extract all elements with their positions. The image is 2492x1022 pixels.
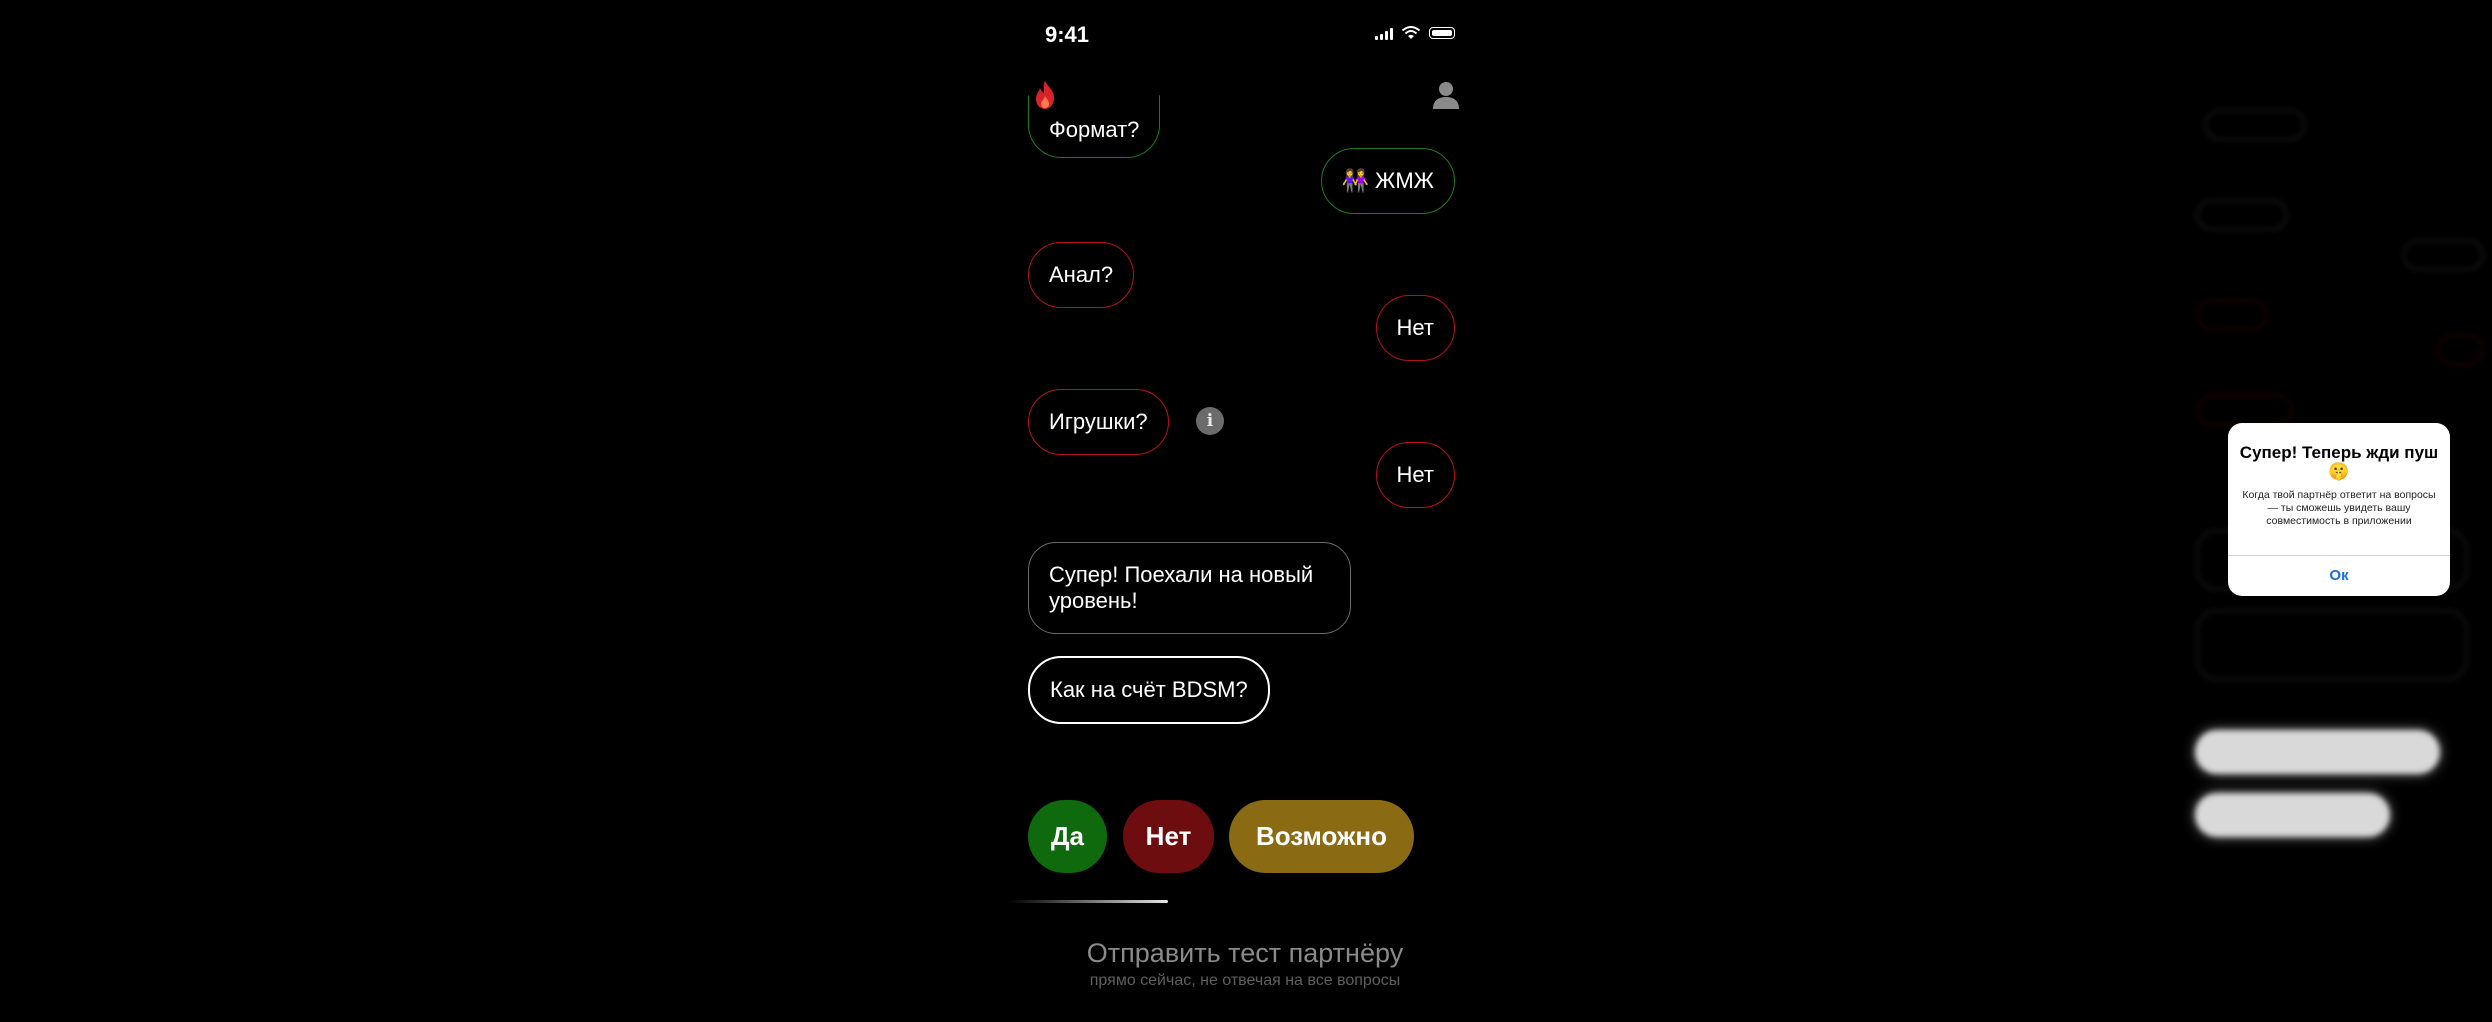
push-alert-dialog: Супер! Теперь жди пуш 🤫 Когда твой партн… [2228,423,2450,596]
battery-icon [1429,27,1455,39]
progress-bar [1010,900,1168,903]
answer-bubble: Нет [1375,295,1455,361]
status-time: 9:41 [1045,22,1090,47]
answer-bubble: Нет [1375,442,1455,508]
question-text: Формат? [1049,117,1140,142]
blurred-bubble [2438,335,2483,365]
question-text: Как на счёт BDSM? [1050,677,1248,702]
maybe-button[interactable]: Возможно [1229,800,1414,873]
status-icons [1375,26,1455,40]
answer-text: 👭 ЖМЖ [1341,168,1434,193]
blurred-send-button [2195,730,2440,774]
wifi-icon [1401,26,1421,39]
question-bubble: Формат? [1028,95,1161,158]
question-text: Анал? [1049,262,1114,287]
blurred-take-test-button [2195,793,2390,837]
no-button[interactable]: Нет [1123,800,1214,873]
answer-text: Нет [1396,462,1434,487]
blurred-bubble [2403,240,2483,270]
current-question-bubble: Как на счёт BDSM? [1028,656,1270,724]
send-test-subtitle: прямо сейчас, не отвечая на все вопросы [1089,972,1401,989]
blurred-bubble [2197,395,2292,425]
answer-bubble: 👭 ЖМЖ [1320,148,1455,214]
signal-icon [1375,27,1393,40]
blurred-bubble [2197,200,2287,230]
alert-title: Супер! Теперь жди пуш 🤫 [2239,443,2439,481]
send-test-link[interactable]: Отправить тест партнёру [1010,938,1480,969]
info-icon[interactable]: i [1196,407,1224,435]
phone-screen: 9:41 Формат? 👭 ЖМЖ Анал? Нет Игрушки? i [1010,0,1480,1022]
yes-button[interactable]: Да [1028,800,1107,873]
question-bubble: Анал? [1028,242,1135,308]
blurred-bubble [2197,300,2267,330]
question-bubble: Игрушки? [1028,389,1169,455]
alert-ok-button[interactable]: Ок [2228,556,2450,596]
alert-message: Когда твой партнёр ответит на вопросы — … [2242,489,2436,527]
blurred-bubble [2205,110,2305,140]
answer-text: Нет [1396,315,1434,340]
person-icon[interactable] [1432,80,1460,110]
question-text: Игрушки? [1049,409,1148,434]
message-text: Супер! Поехали на новый уровень! [1049,562,1314,613]
message-bubble: Супер! Поехали на новый уровень! [1028,542,1351,634]
blurred-bubble [2197,610,2467,680]
